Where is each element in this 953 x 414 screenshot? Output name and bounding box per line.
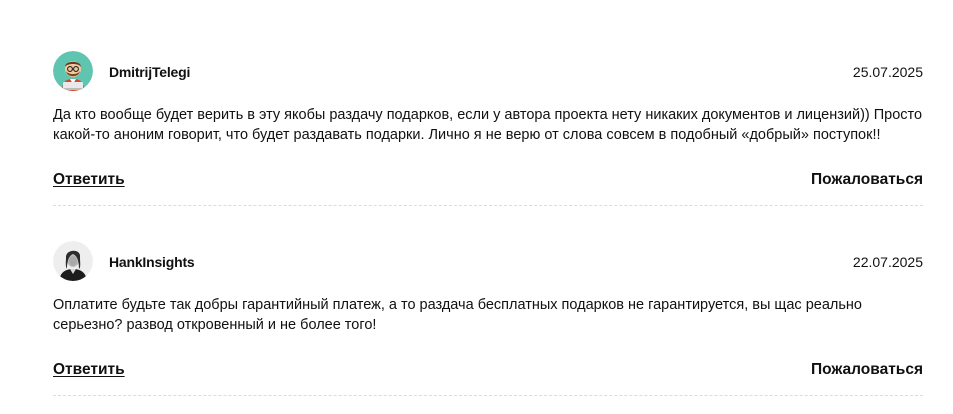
comment-item: HankInsights 22.07.2025 Оплатите будьте … <box>53 241 923 396</box>
cartoon-avatar-icon <box>53 51 93 91</box>
comment-date: 22.07.2025 <box>852 254 923 270</box>
divider <box>53 395 923 396</box>
avatar <box>53 241 93 281</box>
report-button[interactable]: Пожаловаться <box>811 361 923 379</box>
report-button[interactable]: Пожаловаться <box>811 171 923 189</box>
reply-link[interactable]: Ответить <box>53 171 125 189</box>
comment-header: HankInsights 22.07.2025 <box>53 241 923 283</box>
avatar <box>53 51 93 91</box>
comment-date: 25.07.2025 <box>852 64 923 80</box>
comment-header: DmitrijTelegi 25.07.2025 <box>53 51 923 93</box>
comment-text: Оплатите будьте так добры гарантийный пл… <box>53 297 862 333</box>
comment-author[interactable]: DmitrijTelegi <box>109 64 190 80</box>
comment-item: DmitrijTelegi 25.07.2025 Да кто вообще б… <box>53 51 923 206</box>
comment-actions: Ответить Пожаловаться <box>53 171 923 193</box>
divider <box>53 205 923 206</box>
reply-link[interactable]: Ответить <box>53 361 125 379</box>
comment-text: Да кто вообще будет верить в эту якобы р… <box>53 107 923 143</box>
comment-author[interactable]: HankInsights <box>109 254 195 270</box>
photo-avatar-icon <box>53 241 93 281</box>
comment-actions: Ответить Пожаловаться <box>53 361 923 383</box>
